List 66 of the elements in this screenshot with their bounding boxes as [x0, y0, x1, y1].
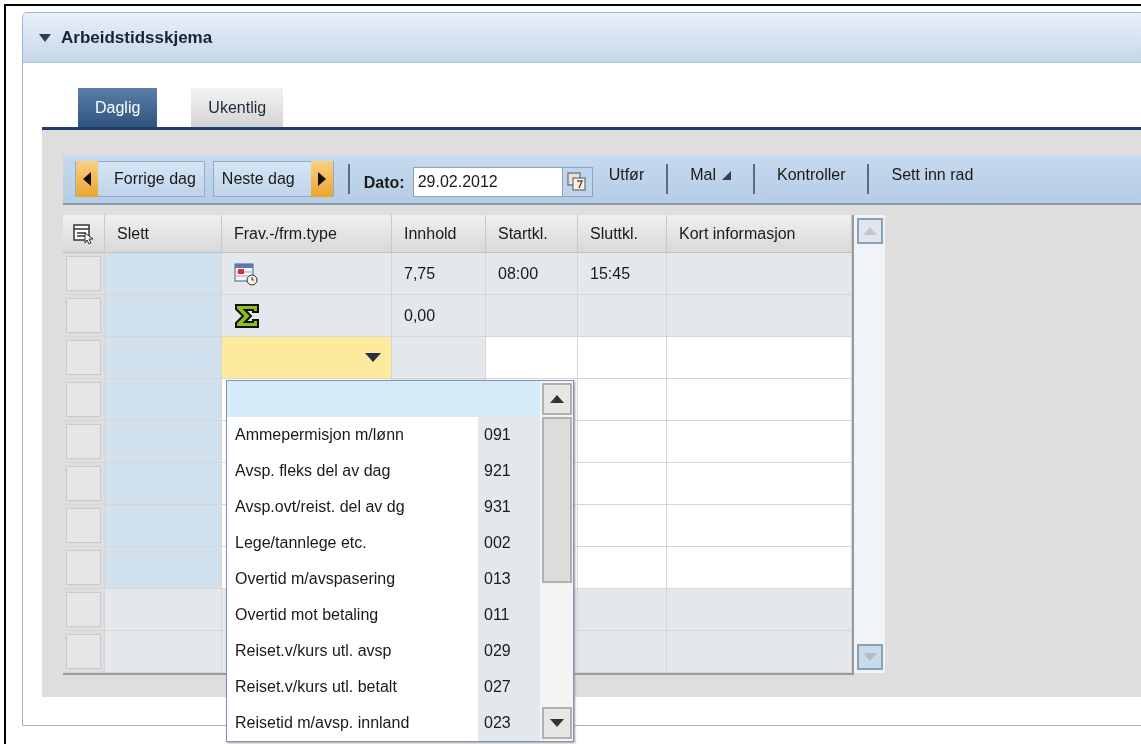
down-arrow-icon	[549, 719, 564, 727]
option-code[interactable]: 091	[478, 417, 540, 453]
caret-icon	[722, 170, 731, 180]
option-label[interactable]: Overtid m/avspasering	[227, 561, 478, 597]
column-header[interactable]: Startkl.	[486, 215, 578, 253]
row-selector[interactable]	[63, 253, 105, 295]
scroll-down-button[interactable]	[541, 707, 572, 739]
column-header[interactable]: Kort informasjon	[667, 215, 852, 253]
option-code[interactable]: 931	[478, 489, 540, 525]
calendar-clock-icon	[234, 261, 258, 286]
table-cell: 08:00	[486, 253, 578, 295]
column-header[interactable]: Sluttkl.	[578, 215, 667, 253]
row-selector[interactable]	[63, 295, 105, 337]
row-selector[interactable]	[63, 505, 105, 547]
column-header[interactable]: Slett	[105, 215, 222, 253]
option-label[interactable]: Avsp.ovt/reist. del av dg	[227, 489, 478, 525]
row-selector[interactable]	[63, 589, 105, 631]
calendar-icon[interactable]	[562, 167, 593, 197]
option-label[interactable]: Reisetid m/avsp. innland	[227, 705, 478, 741]
option-label[interactable]: Lege/tannlege etc.	[227, 525, 478, 561]
option-code[interactable]: 013	[478, 561, 540, 597]
up-arrow-icon	[549, 395, 564, 403]
row-selector[interactable]	[63, 547, 105, 589]
option-label[interactable]: Reiset.v/kurs utl. betalt	[227, 669, 478, 705]
toolbar-button[interactable]: Kontroller	[769, 158, 854, 192]
option-label[interactable]: Ammepermisjon m/lønn	[227, 417, 478, 453]
collapse-icon[interactable]	[39, 33, 51, 42]
table-cell: 7,75	[392, 253, 486, 295]
option-code[interactable]: 921	[478, 453, 540, 489]
option-label[interactable]: Reiset.v/kurs utl. avsp	[227, 633, 478, 669]
panel-title: Arbeidstidsskjema	[61, 27, 213, 48]
row-selector[interactable]	[63, 379, 105, 421]
option-code[interactable]: 023	[478, 705, 540, 741]
next-day-button[interactable]: Neste dag	[212, 161, 334, 197]
down-arrow-icon	[862, 653, 877, 661]
option-label[interactable]: Avsp. fleks del av dag	[227, 453, 478, 489]
scroll-up-button[interactable]	[541, 383, 572, 415]
type-dropdown[interactable]	[222, 337, 392, 379]
left-arrow-icon	[83, 172, 91, 186]
row-selector[interactable]	[63, 337, 105, 379]
column-header[interactable]: Frav.-/frm.type	[222, 215, 392, 253]
option-code[interactable]: 002	[478, 525, 540, 561]
option-label[interactable]: Overtid mot betaling	[227, 597, 478, 633]
date-field[interactable]: 29.02.2012	[412, 167, 563, 197]
row-selector[interactable]	[63, 463, 105, 505]
option-code[interactable]: 027	[478, 669, 540, 705]
table-cell: 0,00	[392, 295, 486, 337]
column-settings-icon[interactable]	[72, 223, 95, 244]
option-code[interactable]: 029	[478, 633, 540, 669]
table-cell: 15:45	[578, 253, 667, 295]
menu-button[interactable]: Mal	[682, 158, 739, 192]
row-selector[interactable]	[63, 631, 105, 673]
tab[interactable]: Ukentlig	[191, 88, 284, 127]
right-arrow-icon	[317, 172, 326, 186]
toolbar-button[interactable]: Utfør	[600, 158, 653, 192]
previous-day-button[interactable]: Forrige dag	[75, 161, 205, 197]
sigma-icon	[234, 302, 260, 329]
scroll-thumb[interactable]	[541, 417, 572, 583]
date-label: Dato:	[363, 174, 405, 192]
tab[interactable]: Daglig	[78, 88, 158, 127]
caret-icon	[365, 353, 381, 362]
toolbar-button[interactable]: Sett inn rad	[883, 158, 982, 192]
row-selector[interactable]	[63, 421, 105, 463]
option-code[interactable]: 011	[478, 597, 540, 633]
column-header[interactable]: Innhold	[392, 215, 486, 253]
up-arrow-icon	[862, 227, 877, 235]
